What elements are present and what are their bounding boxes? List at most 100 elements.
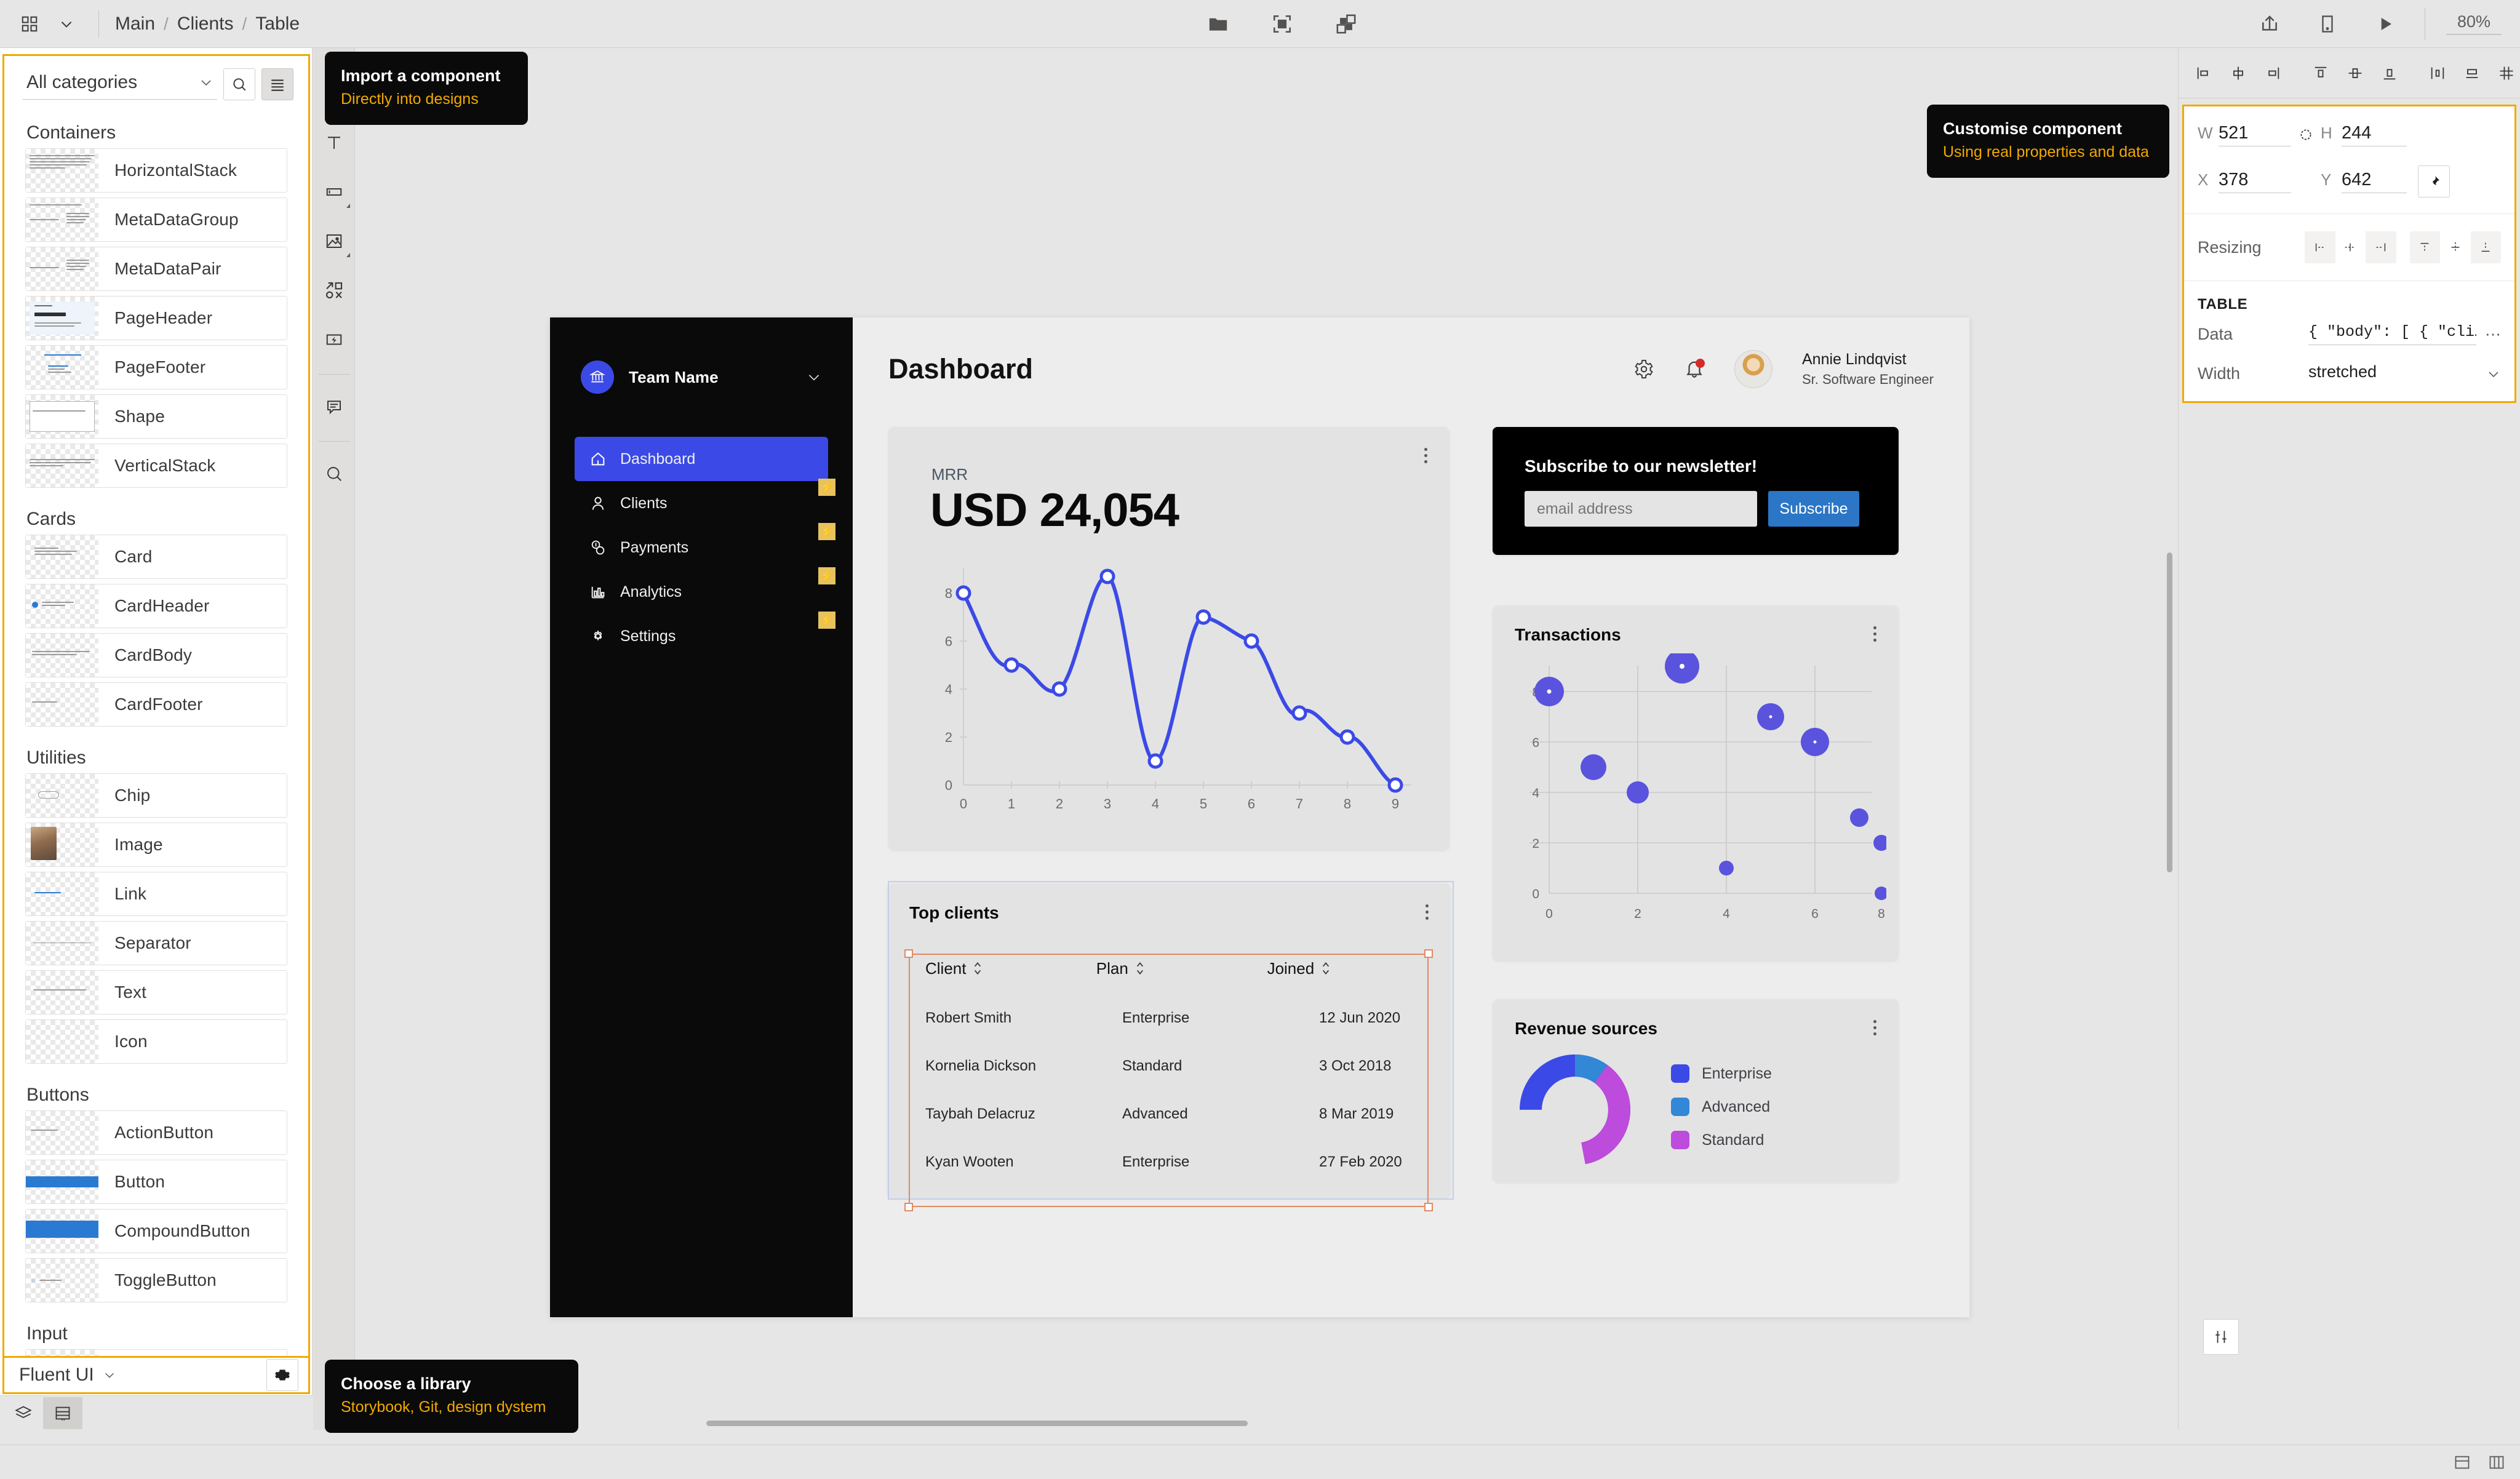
component-item-separator[interactable]: Separator — [25, 921, 287, 965]
settings-button[interactable] — [1633, 359, 1654, 380]
layers-tab[interactable] — [4, 1397, 43, 1429]
breadcrumb-item-main[interactable]: Main — [113, 14, 158, 34]
aspect-lock-icon[interactable] — [2291, 120, 2321, 149]
breadcrumb-item-clients[interactable]: Clients — [175, 14, 236, 34]
component-item-metadatapair[interactable]: MetaDataPair — [25, 247, 287, 291]
zoom-tool[interactable] — [317, 456, 351, 491]
component-item-image[interactable]: Image — [25, 823, 287, 867]
component-item-togglebutton[interactable]: ☆ ToggleButton — [25, 1258, 287, 1302]
components-tab[interactable] — [43, 1397, 82, 1429]
top-clients-card[interactable]: Top clients Client Plan Joined Robert Sm… — [887, 883, 1451, 1198]
component-item-pageheader[interactable]: PageHeader — [25, 296, 287, 340]
table-row[interactable]: Kyan Wooten Enterprise 27 Feb 2020 — [911, 1138, 1427, 1186]
component-item-text[interactable]: Text — [25, 970, 287, 1015]
align-right-icon[interactable] — [2257, 58, 2288, 89]
mrr-card[interactable]: MRR USD 24,054 024 68 0 1 2 3 4 5 6 7 8 … — [888, 427, 1449, 850]
pin-button[interactable] — [2418, 165, 2450, 197]
y-value[interactable]: 642 — [2342, 170, 2407, 193]
component-item-link[interactable]: Link — [25, 872, 287, 916]
data-more-button[interactable]: ⋯ — [2476, 325, 2501, 344]
component-item-compoundbutton[interactable]: CompoundButton — [25, 1209, 287, 1253]
rulers-toggle-icon[interactable] — [2488, 1454, 2505, 1471]
component-item-icon[interactable]: Icon — [25, 1019, 287, 1064]
table-header-client[interactable]: Client — [925, 959, 1096, 978]
width-select-value[interactable]: stretched — [2308, 362, 2479, 385]
x-value[interactable]: 378 — [2219, 170, 2291, 193]
zoom-level[interactable]: 80% — [2446, 12, 2502, 35]
chevron-down-icon[interactable] — [2479, 367, 2501, 381]
resize-h-right[interactable] — [2366, 231, 2396, 263]
card-menu-button[interactable] — [1873, 1020, 1876, 1038]
component-item-shape[interactable]: Shape — [25, 394, 287, 439]
width-field[interactable]: W 521 — [2198, 123, 2291, 146]
grid-toggle-icon[interactable] — [2454, 1454, 2471, 1471]
resize-h-left[interactable] — [2305, 231, 2335, 263]
library-selector[interactable]: Fluent UI — [2, 1356, 310, 1394]
align-center-horizontal-icon[interactable] — [2223, 58, 2254, 89]
table-row[interactable]: Kornelia Dickson Standard 3 Oct 2018 — [911, 1042, 1427, 1090]
play-icon[interactable] — [2367, 6, 2404, 42]
table-header-plan[interactable]: Plan — [1096, 959, 1267, 978]
resize-h-center[interactable] — [2335, 231, 2366, 263]
folder-icon[interactable] — [1200, 6, 1237, 42]
dashboard-artboard[interactable]: Team Name Dashboard Clients ⚡ Payments ⚡… — [550, 317, 1969, 1317]
height-field[interactable]: H 244 — [2321, 123, 2407, 146]
newsletter-card[interactable]: Subscribe to our newsletter! Subscribe — [1493, 427, 1899, 555]
component-item-cardheader[interactable]: CardHeader — [25, 584, 287, 628]
x-field[interactable]: X 378 — [2198, 170, 2291, 193]
chevron-down-icon[interactable] — [48, 6, 85, 42]
canvas-vertical-scrollbar[interactable] — [2167, 552, 2172, 872]
component-tool[interactable] — [317, 322, 351, 357]
notifications-button[interactable] — [1684, 358, 1705, 380]
avatar[interactable] — [1734, 349, 1772, 388]
canvas-horizontal-scrollbar[interactable] — [356, 1417, 2179, 1429]
component-item-card[interactable]: Card — [25, 535, 287, 579]
nav-item-analytics[interactable]: Analytics ⚡ — [575, 567, 835, 614]
grid-menu-icon[interactable] — [11, 6, 48, 42]
mobile-preview-icon[interactable] — [2309, 6, 2346, 42]
frame-icon[interactable] — [1264, 6, 1301, 42]
nav-item-payments[interactable]: Payments ⚡ — [575, 523, 835, 570]
category-filter-select[interactable]: All categories — [23, 70, 217, 100]
input-field-tool[interactable] — [317, 175, 351, 209]
design-canvas[interactable]: Team Name Dashboard Clients ⚡ Payments ⚡… — [356, 48, 2179, 1430]
library-settings-button[interactable] — [266, 1359, 298, 1391]
resize-v-top[interactable] — [2409, 231, 2441, 263]
resize-v-middle[interactable] — [2440, 231, 2471, 263]
data-value[interactable]: { "body": [ { "cli… — [2308, 323, 2476, 345]
card-menu-button[interactable] — [1425, 904, 1429, 923]
scrollbar-thumb[interactable] — [706, 1421, 1248, 1426]
distribute-horizontal-icon[interactable] — [2422, 58, 2453, 89]
align-left-icon[interactable] — [2188, 58, 2219, 89]
component-item-chip[interactable]: Chip — [25, 773, 287, 818]
comment-tool[interactable] — [317, 389, 351, 424]
card-menu-button[interactable] — [1424, 448, 1427, 466]
nav-item-settings[interactable]: Settings ⚡ — [575, 612, 835, 658]
revenue-card[interactable]: Revenue sources Enterprise Advanced Stan… — [1493, 999, 1899, 1182]
shapes-tool[interactable] — [317, 273, 351, 308]
table-row[interactable]: Robert Smith Enterprise 12 Jun 2020 — [911, 994, 1427, 1042]
subscribe-button[interactable]: Subscribe — [1768, 491, 1859, 527]
transactions-card[interactable]: Transactions 0 2 4 6 0 2 4 6 8 — [1493, 605, 1899, 961]
properties-toggle-button[interactable] — [2203, 1319, 2239, 1355]
card-menu-button[interactable] — [1873, 626, 1876, 645]
component-item-actionbutton[interactable]: ActionButton — [25, 1110, 287, 1155]
align-bottom-icon[interactable] — [2374, 58, 2405, 89]
component-item-metadatagroup[interactable]: MetaDataGroup — [25, 197, 287, 242]
breadcrumb-item-table[interactable]: Table — [253, 14, 302, 34]
width-value[interactable]: 521 — [2219, 123, 2291, 146]
team-switcher[interactable]: Team Name — [550, 317, 853, 394]
align-top-icon[interactable] — [2305, 58, 2336, 89]
search-button[interactable] — [223, 68, 255, 100]
component-item-cardfooter[interactable]: CardFooter — [25, 682, 287, 727]
list-view-button[interactable] — [261, 68, 293, 100]
export-icon[interactable] — [2251, 6, 2288, 42]
table-header-joined[interactable]: Joined — [1267, 959, 1427, 978]
grid-layout-icon[interactable] — [2491, 58, 2520, 89]
height-value[interactable]: 244 — [2342, 123, 2407, 146]
image-tool[interactable] — [317, 224, 351, 258]
component-item-cardbody[interactable]: CardBody — [25, 633, 287, 677]
components-icon[interactable] — [1328, 6, 1365, 42]
distribute-vertical-icon[interactable] — [2457, 58, 2487, 89]
nav-item-clients[interactable]: Clients ⚡ — [575, 479, 835, 525]
